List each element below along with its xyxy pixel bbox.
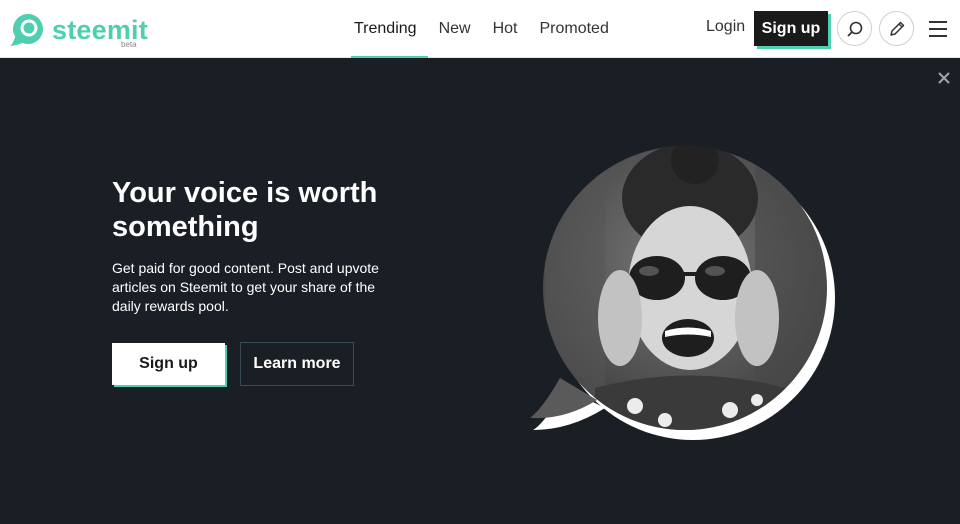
- welcome-banner: Your voice is worth something Get paid f…: [0, 58, 960, 524]
- main-nav: Trending New Hot Promoted: [343, 0, 620, 59]
- pencil-icon: [889, 21, 904, 36]
- nav-new[interactable]: New: [428, 0, 482, 58]
- submit-story-button[interactable]: [879, 11, 914, 46]
- nav-promoted[interactable]: Promoted: [528, 0, 619, 58]
- steemit-logo[interactable]: steemit beta: [10, 11, 150, 51]
- close-icon: [938, 72, 950, 84]
- nav-hot[interactable]: Hot: [482, 0, 529, 58]
- nav-trending[interactable]: Trending: [343, 0, 428, 59]
- steemit-logo-icon: [10, 14, 43, 46]
- learn-more-button[interactable]: Learn more: [240, 342, 354, 386]
- logo-beta-badge: beta: [121, 40, 137, 49]
- hero-signup-button[interactable]: Sign up: [112, 343, 225, 385]
- login-link[interactable]: Login: [706, 18, 745, 36]
- header-signup-button[interactable]: Sign up: [754, 11, 828, 46]
- close-banner-button[interactable]: [934, 68, 954, 88]
- hero-description: Get paid for good content. Post and upvo…: [112, 260, 379, 314]
- top-header: steemit beta Trending New Hot Promoted L…: [0, 0, 960, 59]
- search-icon: [847, 21, 862, 36]
- menu-button[interactable]: [926, 17, 950, 41]
- hero-title: Your voice is worth something: [112, 177, 378, 243]
- search-button[interactable]: [837, 11, 872, 46]
- hero-portrait-image: [530, 146, 835, 440]
- hamburger-menu-icon: [929, 21, 947, 37]
